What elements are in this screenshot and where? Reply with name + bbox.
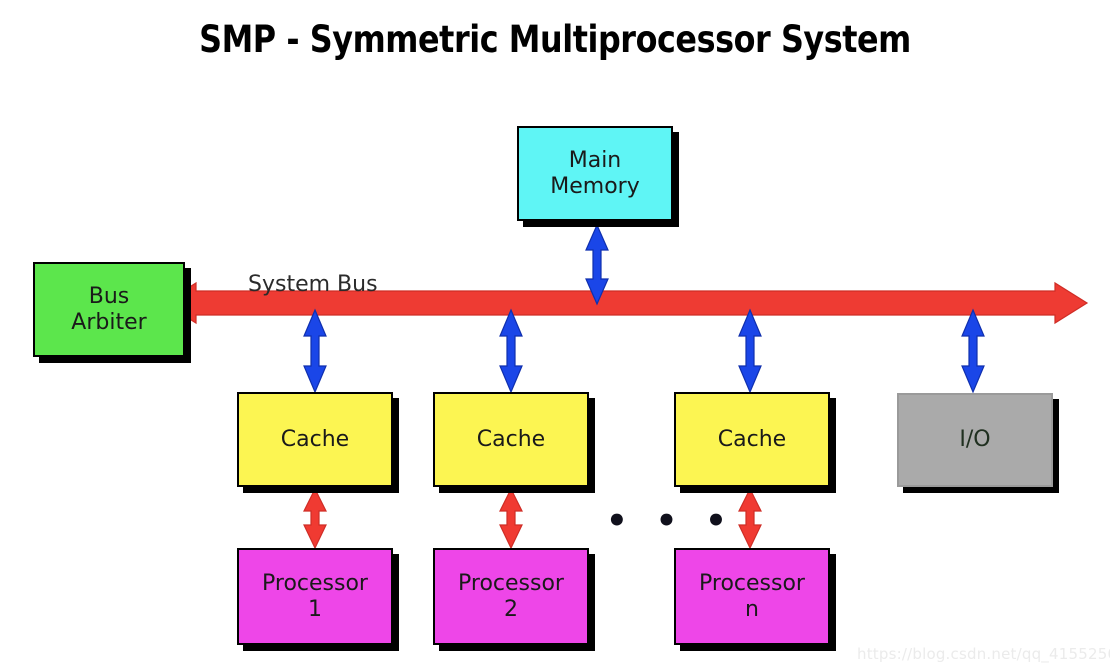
- cachen-to-processorn-arrow: [738, 487, 762, 550]
- cache-2-label: Cache: [476, 426, 546, 452]
- bus-to-cachen-arrow: [738, 308, 762, 394]
- processor-n-label-line2: n: [745, 596, 759, 622]
- cache-n-label: Cache: [717, 426, 787, 452]
- io-label: I/O: [959, 427, 991, 453]
- processor-n-label-line1: Processor: [699, 570, 805, 596]
- node-io[interactable]: I/O: [897, 393, 1053, 487]
- node-processor-1[interactable]: Processor 1: [237, 548, 393, 645]
- cache-1-label: Cache: [280, 426, 350, 452]
- node-cache-1[interactable]: Cache: [237, 392, 393, 487]
- main-memory-label-line2: Memory: [550, 173, 640, 199]
- processor-2-label-line2: 2: [504, 596, 518, 622]
- node-cache-2[interactable]: Cache: [433, 392, 589, 487]
- node-bus-arbiter[interactable]: Bus Arbiter: [33, 262, 185, 357]
- bus-to-cache2-arrow: [499, 308, 523, 394]
- bus-to-io-arrow: [961, 308, 985, 394]
- node-processor-2[interactable]: Processor 2: [433, 548, 589, 645]
- bus-arbiter-label-line1: Bus: [88, 283, 130, 309]
- watermark: https://blog.csdn.net/qq_41552508: [857, 645, 1110, 663]
- node-processor-n[interactable]: Processor n: [674, 548, 830, 645]
- node-main-memory[interactable]: Main Memory: [517, 126, 673, 221]
- processor-1-label-line2: 1: [308, 596, 322, 622]
- bus-arbiter-label-line2: Arbiter: [71, 309, 147, 335]
- cache2-to-processor2-arrow: [499, 487, 523, 550]
- main-memory-label-line1: Main: [568, 147, 622, 173]
- cache1-to-processor1-arrow: [303, 487, 327, 550]
- processor-1-label-line1: Processor: [262, 570, 368, 596]
- system-bus-label: System Bus: [248, 272, 378, 297]
- page-title: SMP - Symmetric Multiprocessor System: [199, 18, 911, 61]
- processor-2-label-line1: Processor: [458, 570, 564, 596]
- node-cache-n[interactable]: Cache: [674, 392, 830, 487]
- ellipsis-more-processors: • • •: [606, 501, 735, 541]
- bus-to-cache1-arrow: [303, 308, 327, 394]
